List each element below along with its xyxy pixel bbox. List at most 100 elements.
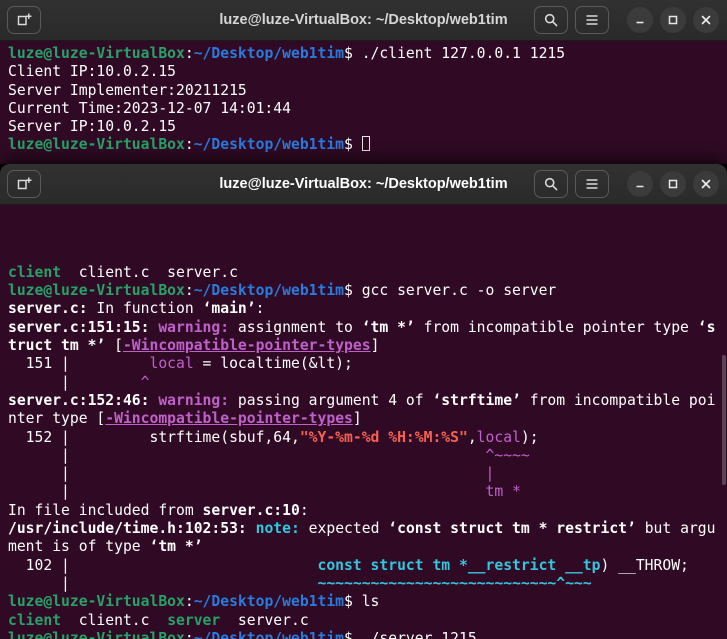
terminal-text: ~~~~~~~~~~~~~~~~~~~~~~~~~~~^~~~ bbox=[69, 574, 592, 592]
terminal-text: Current Time:2023-12-07 14:01:44 bbox=[8, 99, 291, 117]
terminal-text: : bbox=[184, 593, 194, 611]
minimize-icon bbox=[636, 185, 644, 188]
terminal-text: ment is of type bbox=[8, 538, 150, 556]
terminal-text: client bbox=[8, 263, 62, 281]
terminal-text: | bbox=[8, 465, 70, 483]
terminal-text: ^ bbox=[69, 373, 150, 391]
terminal-text: ‘tm *’ bbox=[361, 318, 415, 336]
terminal-window-bottom: luze@luze-VirtualBox: ~/Desktop/web1tim bbox=[0, 164, 727, 639]
close-button[interactable] bbox=[693, 7, 719, 33]
new-tab-icon bbox=[17, 177, 32, 190]
terminal-text: | bbox=[8, 373, 70, 391]
terminal-text: : bbox=[184, 629, 194, 639]
terminal-text: ~/Desktop/web1tim bbox=[193, 136, 345, 154]
terminal-text: server.c:152:46: bbox=[8, 391, 150, 409]
terminal-text: 152 | strftime(sbuf,64, bbox=[8, 428, 300, 446]
terminal-text: [ bbox=[105, 337, 123, 355]
new-tab-icon bbox=[17, 13, 32, 26]
search-button[interactable] bbox=[534, 170, 568, 198]
terminal-text: local bbox=[476, 428, 521, 446]
minimize-button[interactable] bbox=[627, 171, 653, 197]
maximize-button[interactable] bbox=[660, 7, 686, 33]
terminal-text: : bbox=[255, 300, 265, 318]
terminal-line: client client.c server server.c bbox=[8, 612, 727, 630]
terminal-text: $ ./client 127.0.0.1 1215 bbox=[344, 45, 566, 62]
terminal-text: passing argument 4 of bbox=[229, 391, 433, 409]
terminal-line: server.c:152:46: warning: passing argume… bbox=[8, 392, 727, 410]
terminal-text: ) __THROW; bbox=[600, 556, 689, 574]
terminal-text: client.c server.c bbox=[61, 263, 238, 281]
terminal-text: ] bbox=[352, 410, 362, 428]
terminal-text: | bbox=[69, 465, 495, 483]
terminal-text: -Wincompatible-pointer-types bbox=[105, 410, 353, 428]
terminal-line: 151 | local = localtime(&lt); bbox=[8, 355, 727, 373]
terminal-text: luze@luze-VirtualBox bbox=[8, 45, 185, 62]
terminal-text: -Wincompatible-pointer-types bbox=[122, 337, 371, 355]
maximize-icon bbox=[668, 179, 678, 189]
minimize-button[interactable] bbox=[627, 7, 653, 33]
terminal-text: client bbox=[8, 611, 62, 629]
terminal-text: /usr/include/time.h:102:53: bbox=[8, 520, 247, 538]
titlebar[interactable]: luze@luze-VirtualBox: ~/Desktop/web1tim bbox=[0, 164, 727, 205]
terminal-text: In function bbox=[87, 300, 203, 318]
terminal-text: nter type [ bbox=[8, 410, 106, 428]
terminal-line: Client IP:10.0.2.15 bbox=[8, 63, 727, 81]
terminal-line: luze@luze-VirtualBox:~/Desktop/web1tim$ … bbox=[8, 282, 727, 300]
terminal-text: $ gcc server.c -o server bbox=[344, 282, 557, 300]
terminal-line: 102 | const struct tm *__restrict __tp) … bbox=[8, 557, 727, 575]
terminal-output[interactable]: luze@luze-VirtualBox:~/Desktop/web1tim$ … bbox=[0, 41, 727, 164]
terminal-text: ‘tm *’ bbox=[149, 538, 203, 556]
titlebar[interactable]: luze@luze-VirtualBox: ~/Desktop/web1tim bbox=[0, 0, 727, 41]
terminal-text: const struct tm *__restrict __tp bbox=[317, 556, 601, 574]
terminal-text: server.c:151:15: bbox=[8, 318, 150, 336]
terminal-line: /usr/include/time.h:102:53: note: expect… bbox=[8, 520, 727, 538]
close-icon bbox=[701, 179, 711, 189]
terminal-line: | | bbox=[8, 465, 727, 483]
terminal-line: | ^~~~~ bbox=[8, 447, 727, 465]
terminal-text: Client IP:10.0.2.15 bbox=[8, 63, 177, 81]
terminal-text: In file included from bbox=[8, 501, 203, 519]
close-button[interactable] bbox=[693, 171, 719, 197]
terminal-text: server.c bbox=[220, 611, 309, 629]
terminal-line: Server Implementer:20211215 bbox=[8, 82, 727, 100]
scrollbar-thumb[interactable] bbox=[722, 355, 726, 485]
search-button[interactable] bbox=[534, 6, 568, 34]
terminal-line: truct tm *’ [-Wincompatible-pointer-type… bbox=[8, 337, 727, 355]
terminal-text: ~/Desktop/web1tim bbox=[193, 282, 345, 300]
terminal-text: Server IP:10.0.2.15 bbox=[8, 118, 177, 136]
terminal-text: | bbox=[8, 574, 70, 592]
menu-icon bbox=[586, 179, 598, 189]
terminal-text: local bbox=[149, 355, 194, 373]
terminal-text: 102 | bbox=[8, 556, 318, 574]
terminal-text: but argu bbox=[635, 520, 716, 538]
terminal-text: Server Implementer:20211215 bbox=[8, 81, 247, 99]
terminal-line: server.c:151:15: warning: assignment to … bbox=[8, 319, 727, 337]
terminal-text: ~/Desktop/web1tim bbox=[193, 629, 345, 639]
terminal-text: ‘const struct tm * restrict’ bbox=[388, 520, 636, 538]
terminal-text: ); bbox=[520, 428, 539, 446]
text-cursor bbox=[361, 136, 370, 152]
terminal-text: assignment to bbox=[229, 318, 362, 336]
terminal-line: luze@luze-VirtualBox:~/Desktop/web1tim$ … bbox=[8, 45, 727, 63]
terminal-text: luze@luze-VirtualBox bbox=[8, 593, 185, 611]
terminal-text: ‘strftime’ bbox=[432, 391, 521, 409]
new-tab-button[interactable] bbox=[7, 170, 41, 198]
terminal-output[interactable]: client client.c server.c luze@luze-Virtua… bbox=[0, 205, 727, 639]
terminal-text: note: bbox=[255, 520, 300, 538]
terminal-line: Server IP:10.0.2.15 bbox=[8, 118, 727, 136]
terminal-text: truct tm *’ bbox=[8, 337, 106, 355]
new-tab-button[interactable] bbox=[7, 6, 41, 34]
menu-button[interactable] bbox=[575, 170, 609, 198]
menu-button[interactable] bbox=[575, 6, 609, 34]
maximize-button[interactable] bbox=[660, 171, 686, 197]
terminal-line: | tm * bbox=[8, 483, 727, 501]
search-icon bbox=[544, 177, 558, 191]
terminal-text: : bbox=[299, 501, 309, 519]
terminal-text: expected bbox=[299, 520, 389, 538]
terminal-text: warning: bbox=[158, 318, 230, 336]
search-icon bbox=[544, 13, 558, 27]
terminal-text: warning: bbox=[158, 391, 230, 409]
